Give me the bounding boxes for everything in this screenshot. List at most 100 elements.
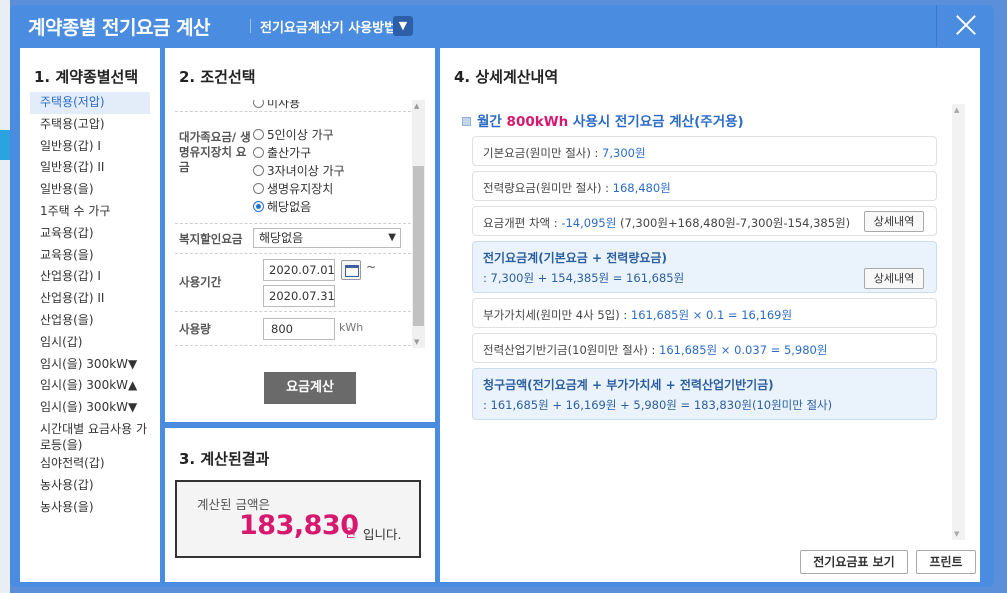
contract-type-item[interactable]: 산업용(을) (30, 310, 150, 332)
detail-scrollbar[interactable]: ▲ ▼ (952, 104, 965, 540)
radio-option-selected[interactable]: 해당없음 (253, 198, 311, 215)
print-button[interactable]: 프린트 (916, 550, 976, 574)
scroll-up-icon[interactable]: ▲ (414, 102, 419, 110)
contract-type-item[interactable]: 시간대별 요금사용 가로등(을) (30, 419, 150, 453)
detail-label: 부가가치세(원미만 4사 5입) : (483, 308, 628, 322)
detail-label: 전기요금계(기본요금 + 전력량요금) (483, 251, 667, 265)
detail-label: 요금개편 차액 : (483, 216, 558, 230)
contract-type-item[interactable]: 산업용(갑) I (30, 266, 150, 288)
radio-label: 미사용 (267, 100, 301, 110)
detail-row-text: 요금개편 차액 : -14,095원 (7,300원+168,480원-7,30… (483, 215, 850, 231)
detail-button[interactable]: 상세내역 (864, 211, 924, 232)
contract-type-item[interactable]: 1주택 수 가구 (30, 201, 150, 223)
title-divider (250, 19, 251, 33)
result-amount: 183,830 (239, 510, 359, 541)
contract-type-item[interactable]: 임시(을) 300kW▲ (30, 375, 150, 397)
scroll-down-icon[interactable]: ▼ (954, 530, 959, 538)
radio-dot (253, 201, 264, 212)
radio-label: 3자녀이상 가구 (267, 164, 345, 178)
contract-type-item[interactable]: 일반용(갑) II (30, 157, 150, 179)
detail-value: 168,480원 (612, 181, 671, 195)
radio-option[interactable]: 출산가구 (253, 144, 311, 161)
radio-option[interactable]: 5인이상 가구 (253, 126, 334, 143)
bullet-icon (462, 117, 471, 126)
contract-type-item[interactable]: 심야전력(갑) (30, 453, 150, 475)
discount-label: 대가족요금/ 생명유지장치 요금 (179, 130, 251, 174)
usage-input[interactable]: 800 (263, 318, 335, 340)
contract-type-item[interactable]: 임시(을) 300kW▼ (30, 397, 150, 419)
condition-row-partial: 미사용 (175, 100, 411, 112)
close-button[interactable] (936, 5, 994, 47)
radio-option[interactable]: 3자녀이상 가구 (253, 162, 345, 179)
chevron-down-icon: ▼ (388, 232, 396, 243)
panel-title: 2. 조건선택 (179, 68, 256, 86)
chevron-down-icon[interactable]: ▼ (393, 16, 413, 36)
scroll-up-icon[interactable]: ▲ (954, 106, 959, 114)
detail-button[interactable]: 상세내역 (864, 268, 924, 289)
condition-row-usage: 사용량 800 kWh (175, 312, 411, 346)
detail-row-text: 부가가치세(원미만 4사 5입) : 161,685원 × 0.1 = 16,1… (483, 307, 792, 323)
detail-row-text: 기본요금(원미만 절사) : 7,300원 (483, 145, 646, 161)
period-end-input[interactable]: 2020.07.31 (263, 285, 335, 307)
heading-prefix: 월간 (477, 114, 502, 130)
detail-extra: (7,300원+168,480원-7,300원-154,385원) (619, 216, 851, 230)
radio-label: 해당없음 (267, 200, 312, 214)
welfare-select[interactable]: 해당없음 ▼ (253, 228, 401, 248)
result-panel: 3. 계산된결과 계산된 금액은 183,830 원 입니다. (165, 428, 435, 582)
heading-suffix: 사용시 전기요금 계산(주거용) (572, 114, 744, 130)
close-icon[interactable] (955, 14, 977, 36)
radio-option[interactable]: 생명유지장치 (253, 180, 333, 197)
detail-label: 기본요금(원미만 절사) : (483, 146, 599, 160)
detail-label: 전력산업기반기금(10원미만 절사) : (483, 343, 656, 357)
contract-type-item[interactable]: 교육용(을) (30, 245, 150, 267)
contract-type-item[interactable]: 농사용(을) (30, 497, 150, 519)
detail-scroll-area: 월간 800kWh 사용시 전기요금 계산(주거용) 기본요금(원미만 절사) … (452, 104, 966, 540)
radio-dot (253, 183, 264, 194)
detail-label: 청구금액(전기요금계 + 부가가치세 + 전력산업기반기금) (483, 378, 774, 392)
rate-table-button[interactable]: 전기요금표 보기 (800, 550, 908, 574)
detail-value: 161,685원 × 0.1 = 16,169원 (630, 308, 793, 322)
radio-label: 출산가구 (267, 146, 312, 160)
background-strip (0, 0, 10, 593)
condition-scrollbar[interactable]: ▲ ▼ (412, 100, 425, 348)
contract-type-item[interactable]: 주택용(저압) (30, 92, 150, 114)
result-suffix: 입니다. (363, 527, 402, 542)
radio-option[interactable]: 미사용 (253, 100, 300, 111)
detail-value: -14,095원 (561, 216, 617, 230)
contract-type-item[interactable]: 주택용(고압) (30, 114, 150, 136)
detail-value: : 161,685원 + 16,169원 + 5,980원 = 183,830원… (483, 398, 833, 412)
calendar-icon[interactable] (341, 260, 361, 280)
dialog-title: 계약종별 전기요금 계산 (28, 17, 211, 39)
welfare-select-value: 해당없음 (259, 231, 304, 245)
contract-type-item[interactable]: 산업용(갑) II (30, 288, 150, 310)
detail-row-total: 청구금액(전기요금계 + 부가가치세 + 전력산업기반기금) : 161,685… (472, 368, 937, 420)
condition-panel: 2. 조건선택 미사용 대가족요금/ 생명유지장치 요금 5인이상 가구 출산가… (165, 48, 435, 422)
condition-row-welfare: 복지할인요금 해당없음 ▼ (175, 224, 411, 254)
contract-type-panel: 1. 계약종별선택 주택용(저압) 주택용(고압) 일반용(갑) I 일반용(갑… (20, 48, 160, 582)
welfare-label: 복지할인요금 (179, 232, 243, 246)
contract-type-item[interactable]: 교육용(갑) (30, 223, 150, 245)
usage-guide-link[interactable]: 전기요금계산기 사용방법 (260, 17, 396, 36)
contract-type-item[interactable]: 농사용(갑) (30, 475, 150, 497)
contract-type-item[interactable]: 임시(갑) (30, 332, 150, 354)
detail-label: 전력량요금(원미만 절사) : (483, 181, 609, 195)
radio-dot (253, 129, 264, 140)
condition-row-discount: 대가족요금/ 생명유지장치 요금 5인이상 가구 출산가구 3자녀이상 가구 생… (175, 114, 411, 224)
contract-type-item[interactable]: 일반용(갑) I (30, 136, 150, 158)
scroll-down-icon[interactable]: ▼ (414, 338, 419, 346)
detail-heading: 월간 800kWh 사용시 전기요금 계산(주거용) (462, 110, 744, 130)
period-separator: ~ (366, 260, 377, 274)
heading-usage: 800kWh (506, 114, 569, 130)
detail-value: : 7,300원 + 154,385원 = 161,685원 (483, 271, 685, 285)
contract-type-item[interactable]: 일반용(을) (30, 179, 150, 201)
detail-row-reform: 요금개편 차액 : -14,095원 (7,300원+168,480원-7,30… (472, 206, 937, 236)
scrollbar-thumb[interactable] (413, 166, 424, 326)
radio-label: 5인이상 가구 (267, 128, 334, 142)
panel-title: 4. 상세계산내역 (454, 68, 559, 86)
detail-row-vat: 부가가치세(원미만 4사 5입) : 161,685원 × 0.1 = 16,1… (472, 298, 937, 328)
period-start-input[interactable]: 2020.07.01 (263, 259, 335, 281)
calculate-button[interactable]: 요금계산 (264, 372, 356, 404)
result-unit: 원 (345, 526, 357, 540)
detail-row-base: 기본요금(원미만 절사) : 7,300원 (472, 136, 937, 166)
contract-type-item[interactable]: 임시(을) 300kW▼ (30, 354, 150, 376)
